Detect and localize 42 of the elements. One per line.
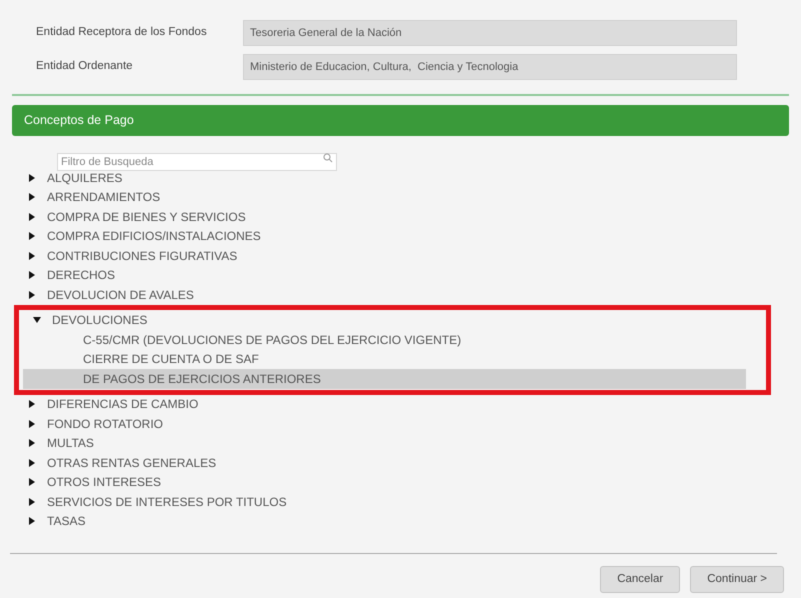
tree-item[interactable]: C-55/CMR (DEVOLUCIONES DE PAGOS DEL EJERCICIO VIGENTE) xyxy=(23,330,746,350)
tree-item[interactable]: OTROS INTERESES xyxy=(47,473,162,492)
tree-item[interactable]: ARRENDAMIENTOS xyxy=(47,188,160,206)
caret-down-icon[interactable] xyxy=(33,316,41,324)
field-label: Entidad Ordenante xyxy=(36,59,134,74)
caret-right-icon[interactable] xyxy=(28,212,36,221)
caret-right-icon[interactable] xyxy=(28,193,36,202)
tree-item[interactable]: COMPRA DE BIENES Y SERVICIOS xyxy=(47,208,246,226)
tree-item[interactable]: OTRAS RENTAS GENERALES xyxy=(47,454,216,472)
tree-item[interactable]: COMPRA EDIFICIOS/INSTALACIONES xyxy=(47,227,261,246)
tree-item[interactable]: SERVICIOS DE INTERESES POR TITULOS xyxy=(47,492,287,511)
caret-right-icon[interactable] xyxy=(28,517,36,526)
tree-item[interactable]: DEVOLUCIONES xyxy=(52,311,148,330)
caret-right-icon[interactable] xyxy=(28,400,36,408)
action-button[interactable]: Continuar > xyxy=(690,566,784,593)
tree-item[interactable]: DEVOLUCION DE AVALES xyxy=(47,286,194,304)
tree-item[interactable]: DIFERENCIAS DE CAMBIO xyxy=(47,395,198,414)
tree-item[interactable]: MULTAS xyxy=(47,434,94,452)
readonly-field[interactable]: Tesoreria General de la Nación xyxy=(243,20,737,46)
caret-right-icon[interactable] xyxy=(28,252,36,260)
caret-right-icon[interactable] xyxy=(28,290,36,299)
tree-item[interactable]: DE PAGOS DE EJERCICIOS ANTERIORES xyxy=(23,369,746,388)
tree-item[interactable]: DERECHOS xyxy=(47,266,116,284)
caret-right-icon[interactable] xyxy=(28,174,36,182)
caret-right-icon[interactable] xyxy=(28,498,36,506)
caret-right-icon[interactable] xyxy=(28,478,36,486)
caret-right-icon[interactable] xyxy=(28,439,36,448)
section-header: Conceptos de Pago xyxy=(12,105,789,136)
caret-right-icon[interactable] xyxy=(28,420,36,428)
search-field[interactable]: Filtro de Busqueda xyxy=(57,153,337,171)
caret-right-icon[interactable] xyxy=(28,271,36,280)
field-label: Entidad Receptora de los Fondos xyxy=(36,25,208,40)
tree-item[interactable]: FONDO ROTATORIO xyxy=(47,414,163,433)
tree-item[interactable]: CONTRIBUCIONES FIGURATIVAS xyxy=(47,246,238,265)
tree-item[interactable]: CIERRE DE CUENTA O DE SAF xyxy=(23,350,746,369)
search-icon xyxy=(323,153,333,163)
action-button[interactable]: Cancelar xyxy=(600,566,680,593)
caret-right-icon[interactable] xyxy=(28,232,36,240)
tree-item[interactable]: TASAS xyxy=(47,512,86,530)
tree-item[interactable]: ALQUILERES xyxy=(47,168,122,187)
caret-right-icon[interactable] xyxy=(28,458,36,467)
readonly-field[interactable]: Ministerio de Educacion, Cultura, Ciencia y Tecnologia xyxy=(243,54,737,80)
